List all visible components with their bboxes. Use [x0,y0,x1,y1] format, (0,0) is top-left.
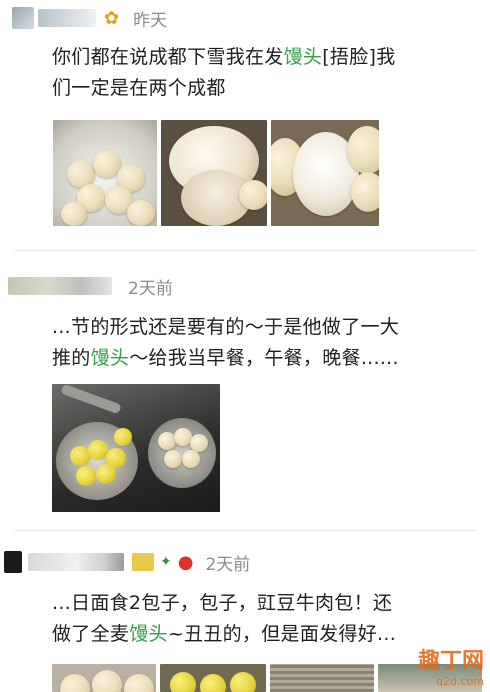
photo-buns-in-steamer-on-stove[interactable] [52,384,220,512]
emoji-icon: ✦ [160,554,172,570]
post-time: 昨天 [133,10,168,31]
avatar[interactable] [4,551,22,573]
divider [14,250,476,251]
keyword-link[interactable]: 馒头 [129,623,168,645]
text-line: ...节的形式还是要有的～于是他做了一大 [52,316,400,338]
post-3-text: ...日面食2包子，包子，豇豆牛肉包！还 做了全麦馒头~丑丑的，但是面发得好..… [52,588,482,650]
avatar[interactable] [12,7,34,29]
keyword-link[interactable]: 馒头 [284,46,323,68]
post-time: 2天前 [205,554,251,575]
photo-buns-partial-1[interactable] [52,664,156,692]
photo-bun-split-open[interactable] [271,120,379,226]
photo-buns-partial-3[interactable] [270,664,374,692]
text-line: 推的馒头～给我当早餐，午餐，晚餐...... [52,347,399,369]
keyword-link[interactable]: 馒头 [91,347,130,369]
post-1-text: 你们都在说成都下雪我在发馒头[捂脸]我 们一定是在两个成都 [52,42,482,104]
post-1: ✿ 昨天 你们都在说成都下雪我在发馒头[捂脸]我 们一定是在两个成都 [0,0,490,248]
photo-torn-bun-close-up[interactable] [161,120,267,226]
photo-steamed-buns-in-pot[interactable] [53,120,157,226]
divider [14,530,476,531]
vip-badge-icon: ✿ [104,7,120,29]
balloon-icon: ● [177,551,194,573]
site-watermark: 趣丁网 q2d.com [418,643,484,688]
username-blurred[interactable] [28,553,124,571]
text-line: 们一定是在两个成都 [52,77,226,99]
username-blurred[interactable] [38,9,96,27]
post-3: ✦ ● 2天前 ...日面食2包子，包子，豇豆牛肉包！还 做了全麦馒头~丑丑的，… [0,540,490,692]
badge-blurred [132,553,154,571]
post-2: 2天前 ...节的形式还是要有的～于是他做了一大 推的馒头～给我当早餐，午餐，晚… [0,262,490,524]
post-time: 2天前 [128,278,173,299]
post-2-meta: 2天前 [8,274,173,299]
post-2-text: ...节的形式还是要有的～于是他做了一大 推的馒头～给我当早餐，午餐，晚餐...… [52,312,482,374]
post-1-meta: ✿ 昨天 [12,6,168,31]
username-blurred[interactable] [8,277,112,295]
text-line: 你们都在说成都下雪我在发馒头[捂脸]我 [52,46,396,68]
watermark-title: 趣丁网 [417,648,484,674]
watermark-url: q2d.com [436,675,484,688]
photo-buns-partial-2[interactable] [160,664,266,692]
text-line: ...日面食2包子，包子，豇豆牛肉包！还 [52,592,393,614]
post-3-meta: ✦ ● 2天前 [4,550,251,575]
